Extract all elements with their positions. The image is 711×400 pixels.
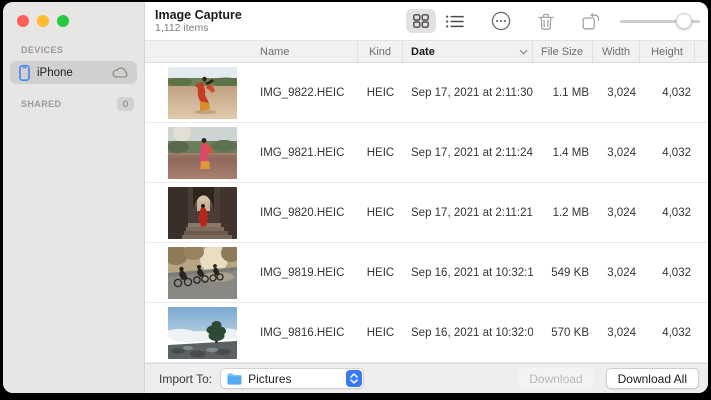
tree-on-rocky-summit-photo [168, 307, 237, 359]
table-row[interactable]: IMG_9819.HEIC HEIC Sep 16, 2021 at 10:32… [145, 243, 708, 303]
file-date: Sep 16, 2021 at 10:32:0... [403, 327, 533, 339]
item-count: 1,112 items [155, 22, 242, 34]
column-header-date[interactable]: Date [403, 41, 533, 62]
thumbnail-size-slider[interactable] [620, 13, 700, 29]
slider-thumb[interactable] [676, 13, 692, 29]
import-to-label: Import To: [159, 372, 212, 386]
file-date: Sep 16, 2021 at 10:32:1... [403, 267, 533, 279]
image-height: 4,032 [640, 87, 695, 99]
image-width: 3,024 [593, 327, 640, 339]
file-date: Sep 17, 2021 at 2:11:21... [403, 207, 533, 219]
photo-list: IMG_9822.HEIC HEIC Sep 17, 2021 at 2:11:… [145, 63, 708, 363]
folder-icon [227, 373, 242, 385]
download-button[interactable]: Download [518, 368, 593, 389]
sidebar: DEVICES iPhone SHARED 0 [3, 2, 145, 393]
file-name: IMG_9822.HEIC [252, 87, 358, 99]
file-name: IMG_9820.HEIC [252, 207, 358, 219]
import-bar: Import To: Pictures Download Download Al… [145, 363, 708, 393]
column-header-name[interactable]: Name [252, 41, 358, 62]
shared-count-badge: 0 [117, 97, 134, 111]
devices-section-label: DEVICES [3, 45, 144, 55]
column-header-spacer [695, 41, 708, 62]
window-controls [3, 2, 144, 27]
column-thumbnail [145, 41, 252, 62]
content-area: Image Capture 1,112 items [145, 2, 708, 393]
image-width: 3,024 [593, 207, 640, 219]
file-kind: HEIC [358, 87, 403, 99]
grid-view-icon [413, 14, 429, 28]
image-width: 3,024 [593, 87, 640, 99]
table-row[interactable]: IMG_9816.HEIC HEIC Sep 16, 2021 at 10:32… [145, 303, 708, 363]
photo-thumbnail[interactable] [145, 247, 252, 299]
file-kind: HEIC [358, 267, 403, 279]
close-window-button[interactable] [17, 15, 29, 27]
cyclists-on-road-photo [168, 247, 237, 299]
minimize-window-button[interactable] [37, 15, 49, 27]
sidebar-item-iphone[interactable]: iPhone [10, 61, 137, 84]
photo-thumbnail[interactable] [145, 67, 252, 119]
list-view-button[interactable] [440, 9, 470, 33]
zoom-window-button[interactable] [57, 15, 69, 27]
image-width: 3,024 [593, 267, 640, 279]
file-kind: HEIC [358, 207, 403, 219]
red-dress-stone-tunnel-photo [168, 187, 237, 239]
column-header-width[interactable]: Width [593, 41, 640, 62]
rotate-button[interactable] [576, 9, 606, 33]
table-row[interactable]: IMG_9820.HEIC HEIC Sep 17, 2021 at 2:11:… [145, 183, 708, 243]
page-title: Image Capture [155, 8, 242, 22]
column-header-kind[interactable]: Kind [358, 41, 403, 62]
file-name: IMG_9821.HEIC [252, 147, 358, 159]
image-height: 4,032 [640, 327, 695, 339]
dancer-on-plaza-photo [168, 67, 237, 119]
list-view-icon [446, 15, 464, 28]
file-name: IMG_9816.HEIC [252, 327, 358, 339]
file-size: 1.4 MB [533, 147, 593, 159]
table-row[interactable]: IMG_9822.HEIC HEIC Sep 17, 2021 at 2:11:… [145, 63, 708, 123]
photo-thumbnail[interactable] [145, 187, 252, 239]
more-circle-icon [491, 11, 511, 31]
grid-view-button[interactable] [406, 9, 436, 33]
image-height: 4,032 [640, 207, 695, 219]
rotate-icon [582, 13, 600, 30]
import-destination-value: Pictures [248, 372, 346, 386]
file-size: 570 KB [533, 327, 593, 339]
more-actions-button[interactable] [486, 9, 516, 33]
file-size: 549 KB [533, 267, 593, 279]
import-destination-select[interactable]: Pictures [220, 368, 364, 389]
device-name: iPhone [37, 67, 112, 79]
file-date: Sep 17, 2021 at 2:11:30... [403, 87, 533, 99]
select-stepper-icon[interactable] [346, 370, 362, 387]
iphone-icon [19, 65, 30, 81]
image-capture-window: DEVICES iPhone SHARED 0 Image Capture 1,… [3, 2, 708, 393]
date-header-label: Date [411, 46, 435, 58]
photo-thumbnail[interactable] [145, 307, 252, 359]
woman-in-sari-garden-photo [168, 127, 237, 179]
toolbar: Image Capture 1,112 items [145, 2, 708, 40]
table-row[interactable]: IMG_9821.HEIC HEIC Sep 17, 2021 at 2:11:… [145, 123, 708, 183]
column-header-file-size[interactable]: File Size [533, 41, 593, 62]
file-size: 1.2 MB [533, 207, 593, 219]
file-kind: HEIC [358, 327, 403, 339]
delete-button[interactable] [531, 9, 561, 33]
file-kind: HEIC [358, 147, 403, 159]
shared-section-label: SHARED [21, 99, 117, 109]
sort-chevron-down-icon [519, 49, 528, 55]
file-date: Sep 17, 2021 at 2:11:24... [403, 147, 533, 159]
image-height: 4,032 [640, 147, 695, 159]
shared-section: SHARED 0 [3, 97, 144, 111]
table-header: Name Kind Date File Size Width Height [145, 40, 708, 63]
file-size: 1.1 MB [533, 87, 593, 99]
photo-thumbnail[interactable] [145, 127, 252, 179]
image-width: 3,024 [593, 147, 640, 159]
download-all-button[interactable]: Download All [606, 368, 699, 389]
image-height: 4,032 [640, 267, 695, 279]
file-name: IMG_9819.HEIC [252, 267, 358, 279]
cloud-icon [112, 67, 129, 78]
trash-icon [538, 13, 554, 30]
column-header-height[interactable]: Height [640, 41, 695, 62]
